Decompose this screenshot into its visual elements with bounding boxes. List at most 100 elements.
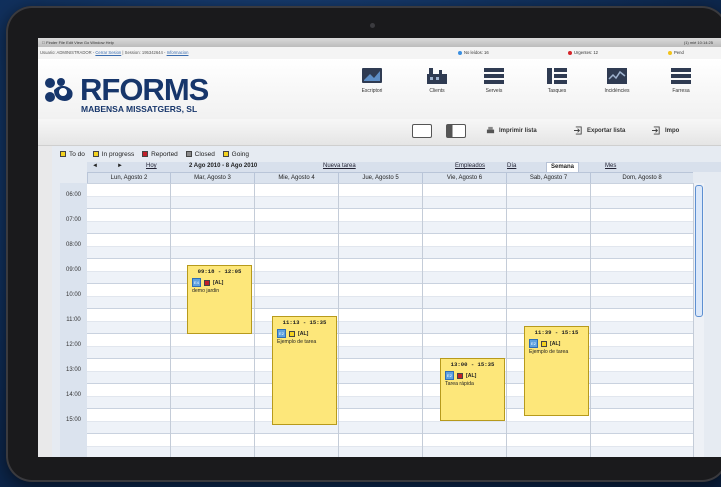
half-hour-slot[interactable] (87, 183, 693, 196)
calendar-scrollbar[interactable] (693, 183, 704, 457)
hour-label: 06:00 (65, 192, 81, 198)
event-time: 13:00 - 15:35 (450, 361, 495, 368)
printer-icon (486, 126, 495, 134)
half-hour-slot[interactable] (87, 433, 693, 446)
list-icon (484, 68, 504, 84)
pending-counter[interactable]: Pend (668, 47, 684, 59)
urgent-dot-icon (568, 50, 572, 55)
half-hour-slot[interactable] (87, 320, 693, 333)
half-hour-slot[interactable] (87, 295, 693, 308)
half-hour-slot[interactable] (87, 395, 693, 408)
half-hour-slot[interactable] (87, 220, 693, 233)
tool-tasques[interactable]: Tasques (527, 67, 587, 111)
tool-serveis[interactable]: Serveis (464, 67, 524, 111)
day-divider (590, 183, 591, 457)
event-description: Tarea rápida (445, 381, 474, 387)
half-hour-slot[interactable] (87, 333, 693, 346)
import-icon (652, 126, 660, 135)
half-hour-slot[interactable] (87, 445, 693, 457)
day-header-mon: Lun, Agosto 2 (87, 173, 170, 183)
urgent-counter[interactable]: Urgentes: 12 (568, 47, 598, 59)
half-hour-slot[interactable] (87, 233, 693, 246)
day-divider (338, 183, 339, 457)
new-task-link[interactable]: Nueva tarea (323, 163, 356, 169)
chart-icon (607, 68, 627, 84)
legend-closed: Closed (185, 151, 215, 158)
tab-month[interactable]: Mes (605, 163, 616, 169)
tool-farresa[interactable]: Farresa (651, 67, 711, 111)
day-header-sat: Sab, Agosto 7 (506, 173, 590, 183)
prev-week-button[interactable]: ◄ (92, 163, 98, 169)
half-hour-slot[interactable] (87, 358, 693, 371)
event-card[interactable]: 11:39 - 15:15 E2 [AL] Ejemplo de tarea (524, 326, 589, 416)
status-reported-icon (204, 279, 210, 286)
day-header-fri: Vie, Agosto 6 (422, 173, 506, 183)
half-hour-slot[interactable] (87, 258, 693, 271)
event-tag: [AL] (298, 330, 309, 337)
in-progress-swatch-icon (92, 151, 99, 157)
half-hour-slot[interactable] (87, 383, 693, 396)
event-card[interactable]: 11:13 - 15:35 E2 [AL] Ejemplo de tarea (272, 316, 337, 425)
half-hour-slot[interactable] (87, 308, 693, 321)
half-hour-slot[interactable] (87, 408, 693, 421)
half-hour-slot[interactable] (87, 245, 693, 258)
event-time: 11:13 - 15:35 (282, 319, 327, 326)
import-button[interactable]: Impo (652, 126, 679, 135)
employee-badge-icon: E4 (192, 278, 201, 287)
hour-label: 07:00 (65, 217, 81, 223)
session-label: | Session: 195342644 - (122, 50, 166, 55)
tool-clients[interactable]: Clients (407, 67, 467, 111)
tool-escriptori[interactable]: Escriptori (342, 67, 402, 111)
hour-label: 14:00 (65, 392, 81, 398)
list-toolbar: Imprimir lista Exportar lista Impo (38, 119, 721, 146)
logout-link[interactable]: Cerrar Sesion (95, 50, 121, 55)
next-week-button[interactable]: ► (117, 163, 123, 169)
hour-label: 10:00 (65, 292, 81, 298)
logo-mark-icon (45, 78, 73, 102)
menubar-menus[interactable]: Finder File Edit View Go Window Help (46, 40, 114, 45)
tasks-icon (547, 68, 567, 84)
list-icon (671, 68, 691, 84)
info-link[interactable]: Informacion (167, 50, 189, 55)
day-header-tue: Mar, Agosto 3 (170, 173, 254, 183)
hour-column: 06:00 07:00 08:00 09:00 10:00 11:00 12:0… (60, 183, 87, 457)
hour-label: 11:00 (66, 317, 81, 323)
apple-icon[interactable]:  (42, 40, 45, 45)
tab-day[interactable]: Día (507, 163, 516, 169)
half-hour-slot[interactable] (87, 420, 693, 433)
tool-label: Farresa (672, 88, 690, 94)
day-divider (422, 183, 423, 457)
tool-label: Escriptori (361, 88, 383, 94)
print-list-button[interactable]: Imprimir lista (486, 126, 537, 135)
half-hour-slot[interactable] (87, 208, 693, 221)
single-view-icon[interactable] (412, 124, 432, 138)
pending-dot-icon (668, 50, 672, 55)
unread-counter[interactable]: No leídos: 16 (458, 47, 489, 59)
tool-label: Clients (429, 88, 445, 94)
hour-label: 09:00 (65, 267, 81, 273)
week-grid[interactable]: 09:18 - 12:05 E4 [AL] demo jardin 11:13 -… (87, 183, 693, 457)
half-hour-slot[interactable] (87, 370, 693, 383)
half-hour-slot[interactable] (87, 270, 693, 283)
half-hour-slot[interactable] (87, 195, 693, 208)
app-screen:  Finder File Edit View Go Window Help (… (38, 38, 721, 457)
half-hour-slot[interactable] (87, 283, 693, 296)
event-card[interactable]: 09:18 - 12:05 E4 [AL] demo jardin (187, 265, 252, 334)
status-reported-icon (457, 372, 463, 379)
half-hour-slot[interactable] (87, 345, 693, 358)
event-card[interactable]: 13:00 - 15:35 E2 [AL] Tarea rápida (440, 358, 505, 421)
tool-incidencies[interactable]: Incidències (587, 67, 647, 111)
employees-link[interactable]: Empleados (455, 163, 485, 169)
unread-dot-icon (458, 50, 462, 55)
event-time: 11:39 - 15:15 (534, 329, 579, 336)
app-header: RFORMS MABENSA MISSATGERS, SL Escriptori… (38, 59, 721, 120)
today-link[interactable]: Hoy (146, 163, 157, 169)
event-description: Ejemplo de tarea (529, 349, 569, 355)
export-list-button[interactable]: Exportar lista (574, 126, 625, 135)
event-tag: [AL] (213, 279, 224, 286)
day-divider (506, 183, 507, 457)
split-view-icon[interactable] (446, 124, 466, 138)
event-description: Ejemplo de tarea (277, 339, 317, 345)
mac-menubar:  Finder File Edit View Go Window Help (… (38, 38, 721, 47)
scrollbar-thumb[interactable] (695, 185, 703, 317)
